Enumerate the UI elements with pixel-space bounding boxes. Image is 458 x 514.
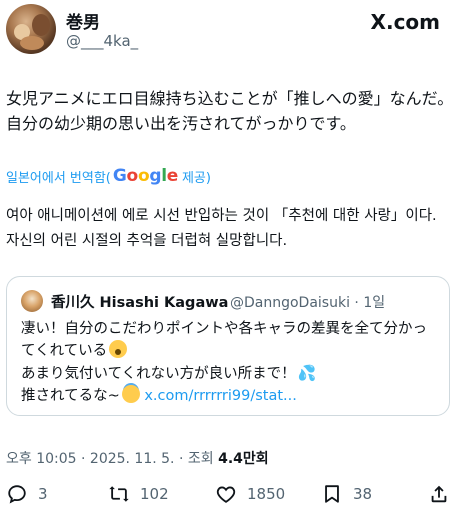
x-logo-text: X.com xyxy=(370,10,440,34)
tweet-line: 女児アニメにエロ目線持ち込むことが「推しへの愛」なんだ。 xyxy=(6,89,454,108)
quoted-tweet[interactable]: 香川久 Hisashi Kagawa @DanngoDaisuki · 1일 凄… xyxy=(6,276,450,416)
share-button[interactable] xyxy=(428,483,450,505)
like-button[interactable]: 1850 xyxy=(215,483,285,505)
avatar-detail xyxy=(20,36,44,50)
tweet-text: 女児アニメにエロ目線持ち込むことが「推しへの愛」なんだ。 自分の幼少期の思い出を… xyxy=(6,86,454,136)
avatar-detail xyxy=(32,14,50,36)
reply-count: 3 xyxy=(38,485,48,503)
translation-suffix: 제공) xyxy=(181,170,211,186)
action-bar: 3 102 1850 38 xyxy=(0,483,458,507)
heart-icon xyxy=(216,486,236,503)
translation-note[interactable]: 일본어에서 번역함( Google 제공) xyxy=(6,166,211,186)
quote-line: あまり気付いてくれない方が良い所まで！ xyxy=(21,366,296,382)
quote-avatar xyxy=(21,290,43,312)
astonished-face-icon xyxy=(109,340,128,358)
smiling-halo-icon xyxy=(121,385,140,403)
translation-prefix: 일본어에서 번역함( xyxy=(6,170,111,186)
bookmark-count: 38 xyxy=(353,485,373,503)
repost-count: 102 xyxy=(140,485,169,503)
tweet-line: 自分の幼少期の思い出を汚されてがっかりです。 xyxy=(6,114,356,133)
view-count: 4.4만회 xyxy=(218,451,269,467)
bookmark-button[interactable]: 38 xyxy=(321,483,372,505)
quote-display-name: 香川久 Hisashi Kagawa xyxy=(51,295,229,311)
translated-line: 자신의 어린 시절의 추억을 더럽혀 실망합니다. xyxy=(6,233,288,249)
quote-handle-time: @DanngoDaisuki · 1일 xyxy=(230,295,386,311)
quote-line: 凄い！自分のこだわりポイントや各キャラの差異を全て分かっ xyxy=(21,321,427,337)
google-logo: Google xyxy=(112,166,178,186)
translated-line: 여아 애니메이션에 에로 시선 반입하는 것이 「추천에 대한 사랑」이다. xyxy=(6,208,437,224)
translated-text: 여아 애니메이션에 에로 시선 반입하는 것이 「추천에 대한 사랑」이다. 자… xyxy=(6,204,454,254)
quote-line: てくれている xyxy=(21,343,108,359)
repost-icon xyxy=(109,486,129,502)
quote-line: 推されてるな~ xyxy=(21,388,120,404)
user-handle[interactable]: @___4ka_ xyxy=(66,32,138,50)
reply-icon xyxy=(8,485,26,504)
avatar[interactable] xyxy=(6,4,56,54)
repost-button[interactable]: 102 xyxy=(108,483,169,505)
sweat-droplets-icon: 💦 xyxy=(297,364,317,382)
quote-text: 凄い！自分のこだわりポイントや各キャラの差異を全て分かっ てくれている あまり気… xyxy=(21,318,441,407)
share-icon xyxy=(431,485,447,503)
tweet-meta: 오후 10:05 · 2025. 11. 5. · 조회 4.4만회 xyxy=(6,448,269,468)
x-logo: X.com xyxy=(371,10,440,34)
display-name[interactable]: 巻男 xyxy=(66,8,100,33)
like-count: 1850 xyxy=(247,485,286,503)
reply-button[interactable]: 3 xyxy=(6,483,48,505)
quote-link[interactable]: x.com/rrrrrri99/stat... xyxy=(144,388,297,404)
bookmark-icon xyxy=(325,485,339,503)
tweet-timestamp[interactable]: 오후 10:05 · 2025. 11. 5. · 조회 xyxy=(6,451,218,467)
